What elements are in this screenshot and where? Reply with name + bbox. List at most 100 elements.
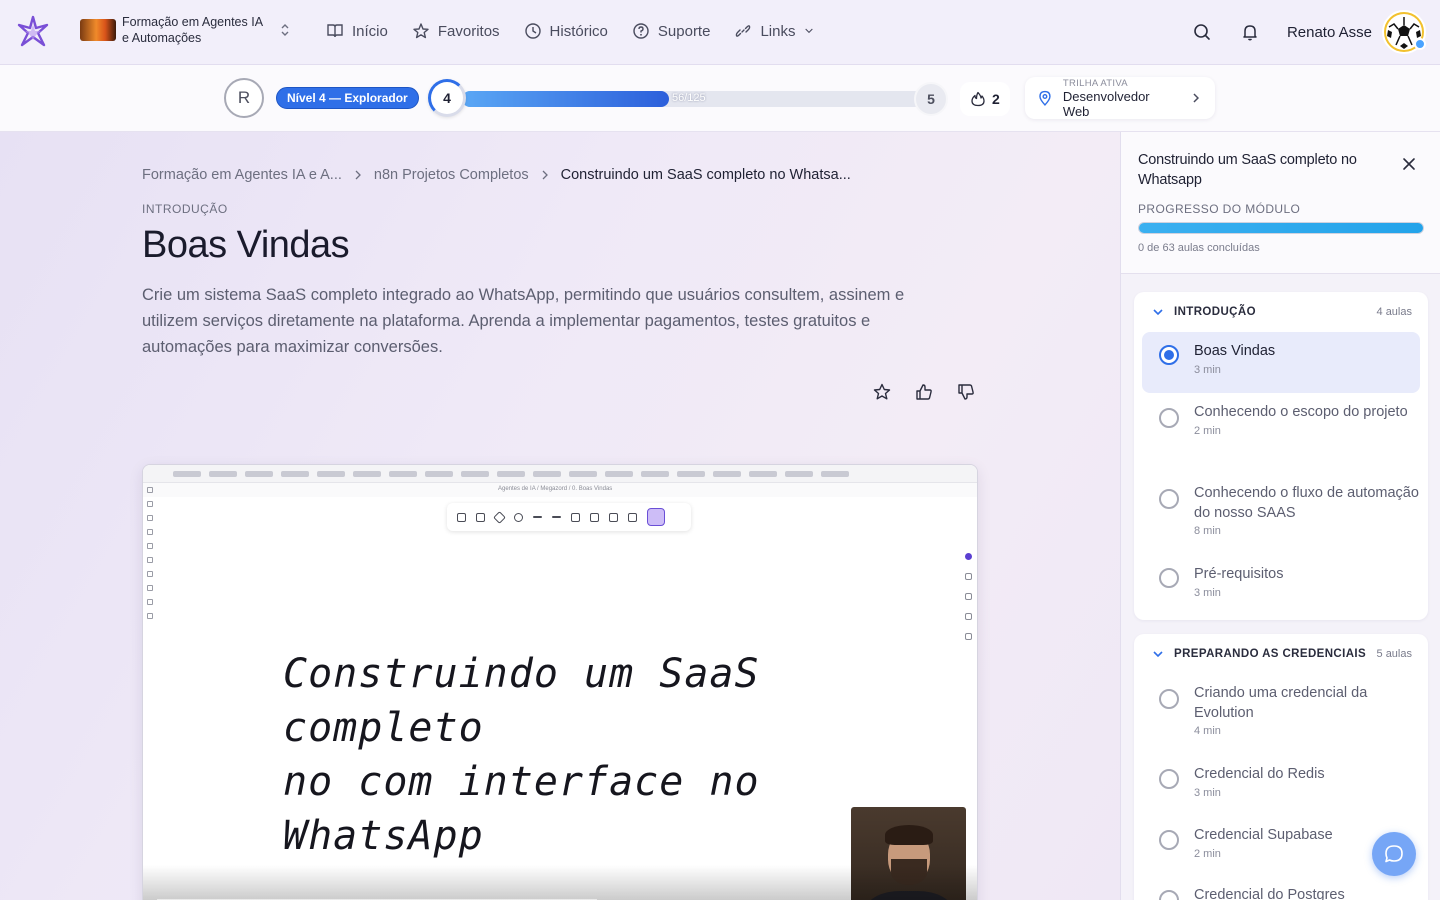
lesson-title: Pré-requisitos (1194, 566, 1284, 582)
current-level-indicator: 4 (428, 79, 466, 117)
xp-progress-fill (462, 91, 669, 107)
profile-initial-avatar[interactable]: R (224, 78, 264, 118)
module-name: INTRODUÇÃO (1174, 306, 1256, 318)
lesson-title: Credencial do Postgres (1194, 887, 1345, 900)
nav-inicio[interactable]: Início (326, 22, 388, 40)
course-thumbnail (80, 19, 116, 41)
module-progress-label: PROGRESSO DO MÓDULO (1138, 202, 1301, 216)
lesson-duration: 3 min (1194, 786, 1221, 799)
video-address-text: Agentes de IA / Megazord / 0. Boas Vinda… (498, 486, 613, 492)
nav-links-dropdown[interactable]: Links (734, 22, 815, 40)
chevron-updown-icon (281, 24, 289, 36)
module-lesson-count: 5 aulas (1376, 648, 1412, 660)
clock-icon (524, 23, 541, 39)
search-icon[interactable] (1191, 21, 1213, 43)
module-progress-bar (1138, 222, 1424, 234)
nav-inicio-label: Início (352, 22, 388, 40)
nav-historico-label: Histórico (549, 22, 608, 40)
sidebar-title: Construindo um SaaS completo no Whatsapp (1138, 152, 1357, 188)
book-icon (327, 24, 343, 38)
lesson-title: Criando uma credencial da Evolution (1194, 685, 1368, 721)
nav-suporte[interactable]: Suporte (632, 22, 710, 40)
link-icon (736, 25, 751, 37)
lesson-radio (1159, 408, 1179, 428)
lesson-item[interactable]: Criando uma credencial da Evolution 4 mi… (1142, 684, 1420, 756)
chevron-down-icon (1153, 651, 1163, 658)
user-avatar[interactable] (1382, 10, 1426, 54)
lesson-item[interactable]: Conhecendo o fluxo de automação do nosso… (1142, 484, 1420, 556)
breadcrumb-current: Construindo um SaaS completo no Whatsa..… (560, 167, 851, 183)
lesson-item[interactable]: Conhecendo o escopo do projeto 2 min (1142, 403, 1420, 475)
lesson-title: Conhecendo o fluxo de automação do nosso… (1194, 485, 1419, 521)
page-title: Boas Vindas (142, 224, 350, 266)
top-nav: Formação em Agentes IA e Automações Iníc… (0, 0, 1440, 65)
xp-progress-bar: 56/125 (462, 91, 922, 107)
lesson-duration: 8 min (1194, 525, 1221, 537)
course-name: Formação em Agentes IA e Automações (122, 15, 263, 45)
active-track-card[interactable]: TRILHA ATIVA Desenvolvedor Web (1025, 77, 1215, 119)
logo-star-icon[interactable] (16, 15, 50, 49)
module-header[interactable]: PREPARANDO AS CREDENCIAIS 5 aulas (1134, 634, 1428, 674)
chevron-right-icon (1193, 93, 1200, 103)
lesson-duration: 3 min (1194, 363, 1221, 376)
lesson-radio (1159, 689, 1179, 709)
lesson-actions (872, 382, 976, 402)
active-track-value: Desenvolvedor Web (1062, 88, 1150, 119)
lesson-duration: 2 min (1194, 424, 1221, 437)
nav-favoritos[interactable]: Favoritos (412, 22, 500, 40)
lesson-item[interactable]: Credencial do Redis 3 min (1142, 765, 1420, 815)
lesson-radio (1159, 489, 1179, 509)
module-sidebar: Construindo um SaaS completo no Whatsapp… (1120, 132, 1440, 900)
close-icon[interactable] (1401, 156, 1417, 172)
module-header[interactable]: INTRODUÇÃO 4 aulas (1134, 292, 1428, 332)
thumbs-down-icon[interactable] (956, 382, 976, 402)
chat-bubble-icon (1385, 845, 1403, 863)
video-title-line-1: Construindo um SaaS completo (283, 651, 760, 751)
user-name[interactable]: Renato Asse (1287, 24, 1372, 41)
video-controls (143, 865, 977, 900)
chevron-right-icon (355, 170, 361, 180)
lesson-description: Crie um sistema SaaS completo integrado … (142, 286, 905, 356)
module-progress-fill (1139, 223, 1423, 233)
lesson-title: Credencial do Redis (1194, 766, 1325, 782)
xp-count: 56/125 (672, 92, 706, 104)
video-player[interactable]: Agentes de IA / Megazord / 0. Boas Vinda… (142, 464, 978, 900)
lesson-radio (1159, 568, 1179, 588)
breadcrumb-course[interactable]: Formação em Agentes IA e A... (142, 167, 342, 183)
chevron-down-icon (1153, 309, 1163, 316)
bell-icon[interactable] (1239, 21, 1261, 43)
chevron-right-icon (542, 170, 548, 180)
level-badge: Nível 4 — Explorador (276, 87, 419, 109)
chat-support-button[interactable] (1372, 832, 1416, 876)
lesson-duration: 3 min (1194, 586, 1221, 599)
module-name: PREPARANDO AS CREDENCIAIS (1174, 648, 1367, 660)
module-progress-count: 0 de 63 aulas concluídas (1138, 242, 1260, 254)
lesson-radio (1159, 345, 1179, 365)
active-track-label: TRILHA ATIVA (1062, 77, 1128, 89)
help-circle-icon (633, 23, 649, 39)
nav-favoritos-label: Favoritos (437, 22, 500, 40)
lesson-item[interactable]: Credencial do Postgres (1142, 886, 1420, 900)
favorite-star-icon[interactable] (872, 382, 892, 402)
module-introducao: INTRODUÇÃO 4 aulas Boas Vindas 3 min Con… (1134, 292, 1428, 620)
star-icon (413, 23, 429, 39)
lesson-radio (1159, 769, 1179, 789)
lesson-duration: 4 min (1194, 725, 1221, 737)
map-pin-icon (1039, 90, 1051, 106)
thumbs-up-icon[interactable] (914, 382, 934, 402)
lesson-item[interactable]: Boas Vindas 3 min (1142, 332, 1420, 393)
breadcrumb: Formação em Agentes IA e A... n8n Projet… (142, 167, 851, 183)
lesson-radio (1159, 890, 1179, 900)
nav-links-label: Links (760, 22, 796, 40)
lesson-radio (1159, 830, 1179, 850)
lesson-item[interactable]: Pré-requisitos 3 min (1142, 565, 1420, 615)
module-lesson-count: 4 aulas (1376, 306, 1412, 318)
video-browser-tabs (143, 465, 977, 483)
lesson-title: Conhecendo o escopo do projeto (1194, 404, 1408, 420)
course-selector[interactable]: Formação em Agentes IA e Automações (80, 14, 292, 46)
breadcrumb-module[interactable]: n8n Projetos Completos (374, 167, 529, 183)
nav-historico[interactable]: Histórico (524, 22, 608, 40)
video-right-toolbar (965, 553, 975, 653)
next-level-indicator: 5 (914, 82, 948, 116)
video-address-bar: Agentes de IA / Megazord / 0. Boas Vinda… (143, 483, 977, 497)
